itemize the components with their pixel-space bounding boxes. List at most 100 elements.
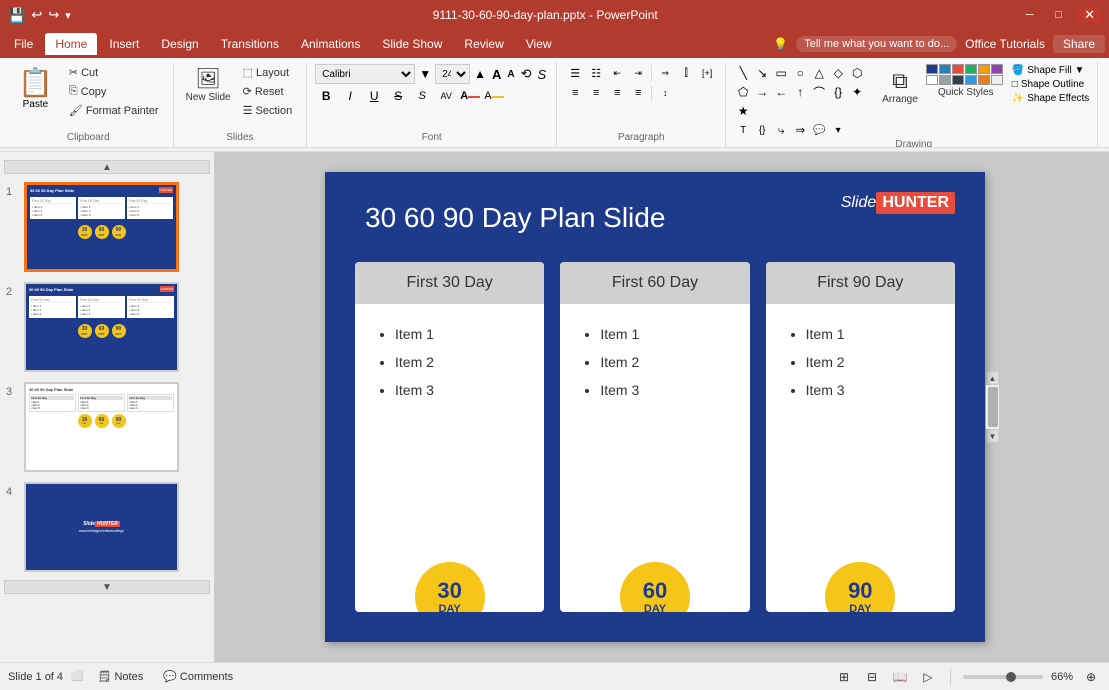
justify-button[interactable]: ≡ <box>628 84 648 102</box>
shape-left-arrow[interactable]: ← <box>772 83 790 101</box>
qs-2[interactable] <box>939 64 951 74</box>
slide-image-3[interactable]: 30 60 90 Day Plan Slide First 30 Day • I… <box>24 382 179 472</box>
redo-icon[interactable]: ↪ <box>48 7 59 23</box>
qs-1[interactable] <box>926 64 938 74</box>
shape-more[interactable]: ▾ <box>829 121 847 139</box>
increase-indent-button[interactable]: ⇥ <box>628 64 648 82</box>
qs-7[interactable] <box>926 75 938 85</box>
shape-up-arrow[interactable]: ↑ <box>791 83 809 101</box>
shape-arrow2[interactable]: ⤷ <box>772 121 790 139</box>
cut-button[interactable]: ✂Cut <box>63 64 165 81</box>
shape-arrow[interactable]: ↘ <box>753 64 771 82</box>
qs-8[interactable] <box>939 75 951 85</box>
shape-rect[interactable]: ▭ <box>772 64 790 82</box>
slide-thumb-1[interactable]: 1 30 60 90 Day Plan Slide HUNTER First 3… <box>4 180 210 274</box>
italic-button[interactable]: I <box>339 86 361 106</box>
center-button[interactable]: ≡ <box>586 84 606 102</box>
zoom-slider[interactable] <box>963 675 1043 679</box>
qs-6[interactable] <box>991 64 1003 74</box>
panel-scroll-down[interactable]: ▼ <box>4 580 210 594</box>
slide-thumb-2[interactable]: 2 30 60 90 Day Plan Slide HUNTER First 3… <box>4 280 210 374</box>
menu-transitions[interactable]: Transitions <box>211 33 289 55</box>
strikethrough-button[interactable]: S <box>387 86 409 106</box>
scroll-down-button[interactable]: ▼ <box>986 429 999 443</box>
new-slide-button[interactable]: 🖼 New Slide <box>182 64 235 105</box>
qs-12[interactable] <box>991 75 1003 85</box>
shape-equation[interactable]: {} <box>753 121 771 139</box>
qs-11[interactable] <box>978 75 990 85</box>
slide-image-2[interactable]: 30 60 90 Day Plan Slide HUNTER First 30 … <box>24 282 179 372</box>
shape-hexagon[interactable]: ⬡ <box>848 64 866 82</box>
shape-triangle[interactable]: △ <box>810 64 828 82</box>
font-color-button[interactable]: A <box>459 86 481 106</box>
close-button[interactable]: ✕ <box>1078 7 1101 23</box>
menu-design[interactable]: Design <box>151 33 208 55</box>
shape-line[interactable]: ╲ <box>734 64 752 82</box>
notes-button[interactable]: 🗒 Notes <box>92 668 150 685</box>
text-direction-button[interactable]: ⇒ <box>655 64 675 82</box>
line-spacing-button[interactable]: ↕ <box>655 84 675 102</box>
office-tutorials-link[interactable]: Office Tutorials <box>965 37 1045 51</box>
shape-circle[interactable]: ○ <box>791 64 809 82</box>
menu-view[interactable]: View <box>516 33 562 55</box>
slide-image-4[interactable]: SlideHUNTER www.heritagechristiancollege <box>24 482 179 572</box>
zoom-fit-button[interactable]: ⊕ <box>1081 668 1101 686</box>
font-size-increase[interactable]: ▲ <box>472 67 488 81</box>
slideshow-button[interactable]: ▷ <box>918 668 938 686</box>
arrange-button[interactable]: ⧉ Arrange <box>876 64 924 109</box>
shape-star5[interactable]: ★ <box>734 102 752 120</box>
normal-view-button[interactable]: ⊞ <box>834 668 854 686</box>
slide-thumb-3[interactable]: 3 30 60 90 Day Plan Slide First 30 Day •… <box>4 380 210 474</box>
paste-button[interactable]: 📋 Paste <box>12 64 59 112</box>
maximize-button[interactable]: □ <box>1049 9 1068 21</box>
columns-button[interactable]: ⫿ <box>676 64 696 82</box>
text-shadow-btn[interactable]: S <box>536 67 549 82</box>
numbering-button[interactable]: ☷ <box>586 64 606 82</box>
slide-sorter-button[interactable]: ⊟ <box>862 668 882 686</box>
undo-icon[interactable]: ↩ <box>31 7 42 23</box>
qs-5[interactable] <box>978 64 990 74</box>
format-painter-button[interactable]: 🖌Format Painter <box>63 102 165 119</box>
shape-star4[interactable]: ✦ <box>848 83 866 101</box>
shape-curve[interactable]: ⌒ <box>810 83 828 101</box>
qs-4[interactable] <box>965 64 977 74</box>
clear-format-btn[interactable]: ⟲ <box>519 66 534 82</box>
shape-pentagon[interactable]: ⬠ <box>734 83 752 101</box>
qs-10[interactable] <box>965 75 977 85</box>
minimize-button[interactable]: ─ <box>1020 9 1040 21</box>
slide-canvas[interactable]: 30 60 90 Day Plan Slide Slide HUNTER Fir… <box>325 172 985 642</box>
shape-outline-button[interactable]: □ Shape Outline <box>1008 78 1094 91</box>
copy-button[interactable]: ⎘Copy <box>63 83 165 100</box>
share-button[interactable]: Share <box>1053 35 1105 53</box>
shape-callout[interactable]: 💬 <box>810 121 828 139</box>
section-button[interactable]: ☰ Section <box>237 102 299 119</box>
bullets-button[interactable]: ☰ <box>565 64 585 82</box>
qs-9[interactable] <box>952 75 964 85</box>
panel-scroll-up[interactable]: ▲ <box>4 160 210 174</box>
shape-right-arrow[interactable]: → <box>753 83 771 101</box>
decrease-indent-button[interactable]: ⇤ <box>607 64 627 82</box>
slide-image-1[interactable]: 30 60 90 Day Plan Slide HUNTER First 30 … <box>24 182 179 272</box>
font-size-select[interactable]: 24 <box>435 64 470 84</box>
reading-view-button[interactable]: 📖 <box>890 668 910 686</box>
align-left-button[interactable]: ≡ <box>565 84 585 102</box>
shape-fill-button[interactable]: 🪣 Shape Fill ▼ <box>1008 64 1094 77</box>
underline-button[interactable]: U <box>363 86 385 106</box>
menu-home[interactable]: Home <box>45 33 97 55</box>
slide-card-30[interactable]: First 30 Day Item 1 Item 2 Item 3 30 DAY <box>355 262 544 612</box>
comments-button[interactable]: 💬 Comments <box>157 668 239 685</box>
shape-effects-button[interactable]: ✨ Shape Effects <box>1008 92 1094 105</box>
layout-button[interactable]: ⬚ Layout <box>237 64 299 81</box>
smartart-button[interactable]: [+] <box>697 64 717 82</box>
font-name-select[interactable]: Calibri <box>315 64 415 84</box>
save-icon[interactable]: 💾 <box>8 7 25 24</box>
align-right-button[interactable]: ≡ <box>607 84 627 102</box>
bold-button[interactable]: B <box>315 86 337 106</box>
shape-brace[interactable]: {} <box>829 83 847 101</box>
font-size-decrease[interactable]: ▼ <box>417 67 433 81</box>
scroll-up-button[interactable]: ▲ <box>986 371 999 385</box>
scroll-track[interactable] <box>986 385 999 429</box>
shape-textbox[interactable]: T <box>734 121 752 139</box>
font-size-up-btn[interactable]: A <box>490 67 503 82</box>
menu-animations[interactable]: Animations <box>291 33 370 55</box>
